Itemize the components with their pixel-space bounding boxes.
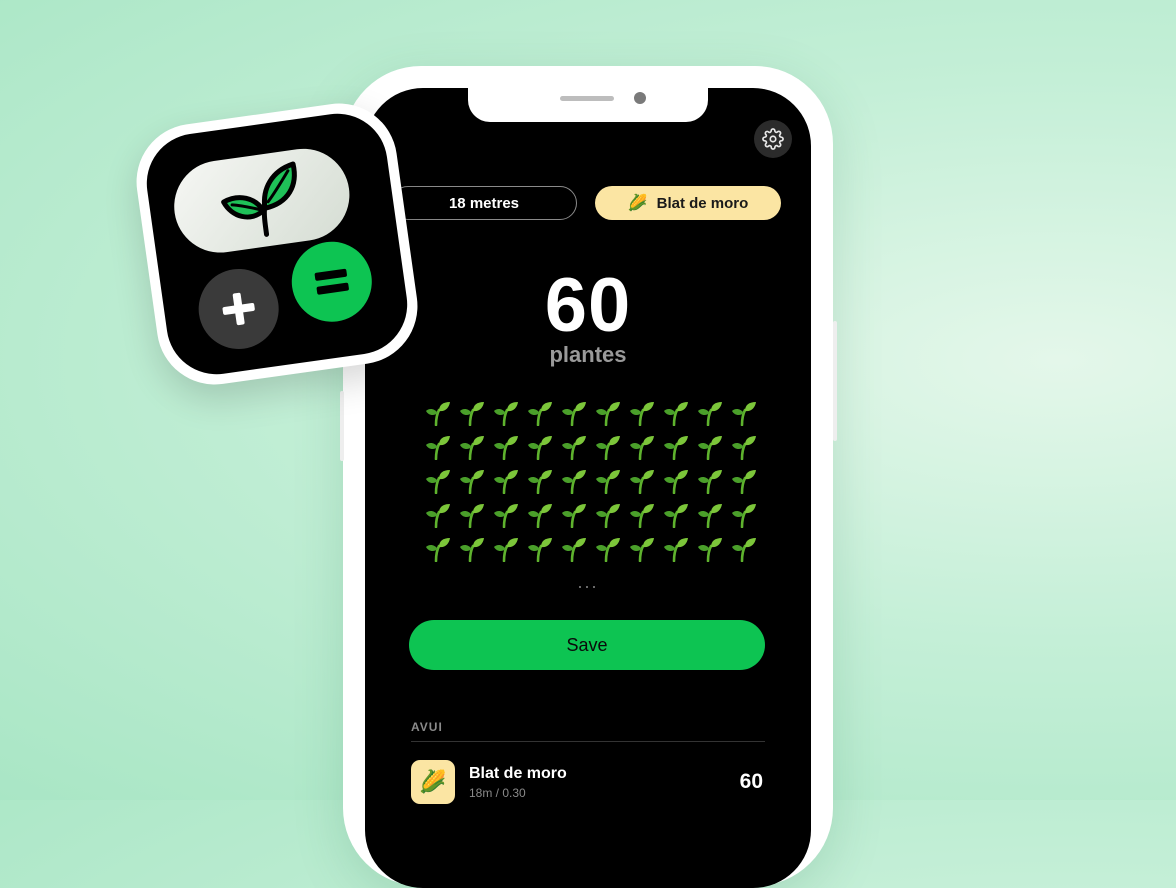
phone-screen: 18 metres 🌽 Blat de moro 60 plantes ... …	[365, 88, 811, 888]
sprout-icon	[693, 532, 727, 566]
phone-notch	[468, 88, 708, 122]
sprout-icon	[625, 430, 659, 464]
sprout-icon	[455, 498, 489, 532]
corn-icon: 🌽	[627, 195, 648, 212]
sprout-icon	[659, 464, 693, 498]
history-entry-name[interactable]: Blat de moro	[469, 765, 567, 783]
sprout-icon	[659, 498, 693, 532]
sprout-icon	[591, 430, 625, 464]
sprout-icon	[557, 532, 591, 566]
sprout-icon	[489, 498, 523, 532]
sprout-icon	[523, 498, 557, 532]
equals-key	[286, 236, 377, 327]
sprout-icon	[523, 464, 557, 498]
settings-button[interactable]	[754, 120, 792, 158]
sprout-icon	[727, 396, 761, 430]
history-divider	[411, 741, 765, 742]
equals-icon	[314, 268, 349, 295]
plus-key	[193, 263, 284, 355]
sprout-icon	[455, 430, 489, 464]
sprout-icon	[455, 464, 489, 498]
sprout-icon	[455, 532, 489, 566]
gear-icon	[762, 128, 784, 150]
sprout-icon	[489, 430, 523, 464]
phone-side-button	[833, 321, 837, 441]
sprout-icon	[693, 464, 727, 498]
app-icon-background	[140, 107, 414, 381]
sprout-icon	[557, 430, 591, 464]
sprout-icon	[591, 464, 625, 498]
sprout-icon	[489, 396, 523, 430]
sprout-icon	[557, 498, 591, 532]
speaker-grille	[560, 96, 614, 101]
sprout-icon	[523, 430, 557, 464]
sprout-icon	[591, 396, 625, 430]
phone-frame: 18 metres 🌽 Blat de moro 60 plantes ... …	[340, 66, 837, 888]
sprout-icon	[489, 464, 523, 498]
sprout-icon	[659, 396, 693, 430]
sprout-icon	[421, 430, 455, 464]
sprout-icon	[557, 464, 591, 498]
sprout-icon	[591, 532, 625, 566]
crop-selector-pill[interactable]: 🌽 Blat de moro	[595, 186, 781, 220]
more-indicator: ...	[577, 572, 599, 592]
length-label: 18 metres	[448, 194, 520, 212]
sprout-icon	[557, 396, 591, 430]
crop-label: Blat de moro	[656, 194, 749, 212]
plant-count-unit: plantes	[549, 342, 627, 367]
sprout-icon	[659, 430, 693, 464]
length-selector-pill[interactable]: 18 metres	[391, 186, 577, 220]
sprout-icon	[693, 498, 727, 532]
sprout-icon	[421, 532, 455, 566]
sprout-grid	[421, 396, 761, 566]
sprout-icon	[591, 498, 625, 532]
sprout-icon	[625, 464, 659, 498]
seedling-leaf-icon	[221, 161, 297, 237]
save-button-label: Save	[566, 634, 608, 655]
app-icon	[129, 96, 425, 392]
front-camera	[634, 92, 646, 104]
sprout-icon	[455, 396, 489, 430]
sprout-icon	[523, 396, 557, 430]
sprout-icon	[625, 498, 659, 532]
history-entry-value: 60	[739, 770, 763, 793]
sprout-icon	[659, 532, 693, 566]
sprout-icon	[625, 532, 659, 566]
sprout-icon	[523, 532, 557, 566]
sprout-icon	[693, 396, 727, 430]
sprout-icon	[727, 498, 761, 532]
sprout-icon	[421, 498, 455, 532]
sprout-icon	[489, 532, 523, 566]
history-section-header: AVUI	[411, 720, 443, 734]
history-entry-detail: 18m / 0.30	[469, 786, 526, 800]
sprout-icon	[421, 396, 455, 430]
sprout-icon	[421, 464, 455, 498]
sprout-icon	[727, 532, 761, 566]
sprout-icon	[727, 430, 761, 464]
history-entry-corn-icon: 🌽	[411, 760, 455, 804]
sprout-icon	[727, 464, 761, 498]
save-button[interactable]: Save	[409, 620, 765, 670]
sprout-icon	[693, 430, 727, 464]
plus-icon	[222, 292, 255, 326]
phone-side-button	[340, 391, 344, 461]
plant-count: 60	[544, 263, 632, 348]
sprout-icon	[625, 396, 659, 430]
